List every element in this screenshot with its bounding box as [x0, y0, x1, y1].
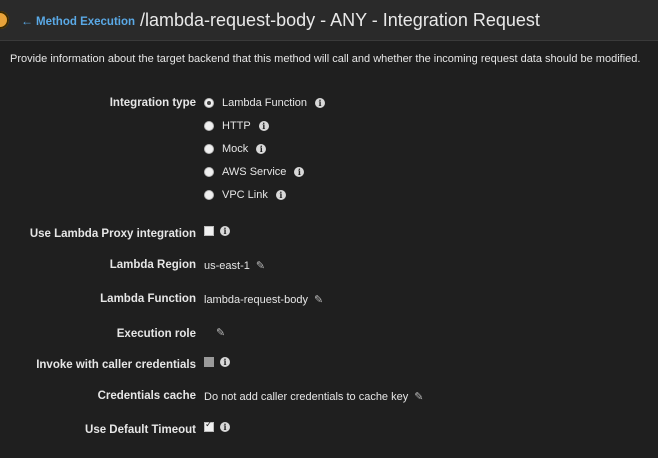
proxy-integration-label: Use Lambda Proxy integration — [29, 228, 196, 240]
integration-type-row: Integration type — [0, 97, 658, 115]
radio-label: AWS Service — [222, 166, 287, 178]
info-icon[interactable]: i — [258, 121, 269, 131]
lambda-function-value: lambda-request-body ✎ — [204, 293, 323, 306]
radio-lambda-function[interactable]: Lambda Function i — [204, 97, 325, 109]
default-timeout-checkbox[interactable] — [204, 420, 214, 432]
proxy-integration-value: i — [204, 226, 230, 236]
info-icon[interactable]: i — [256, 144, 267, 154]
radio-button[interactable] — [204, 98, 214, 108]
lambda-region-value: us-east-1 ✎ — [204, 259, 265, 272]
pencil-icon[interactable]: ✎ — [216, 326, 225, 339]
lambda-region-row: Lambda Region us-east-1 ✎ — [0, 259, 658, 277]
radio-http[interactable]: HTTP i — [204, 120, 269, 132]
radio-aws-service[interactable]: AWS Service i — [204, 166, 305, 178]
method-execution-back-link[interactable]: ← Method Execution — [21, 14, 135, 28]
credentials-cache-label: Credentials cache — [97, 390, 196, 402]
page-title: /lambda-request-body - ANY - Integration… — [140, 10, 540, 30]
back-link-label: Method Execution — [36, 16, 136, 28]
radio-vpc-link[interactable]: VPC Link i — [204, 189, 286, 201]
caller-credentials-row: Invoke with caller credentials i — [0, 357, 658, 377]
default-timeout-row: Use Default Timeout i — [0, 420, 658, 442]
integration-type-label: Integration type — [109, 97, 196, 109]
radio-mock[interactable]: Mock i — [204, 143, 267, 155]
caller-credentials-checkbox[interactable] — [204, 357, 214, 367]
lambda-function-row: Lambda Function lambda-request-body ✎ — [0, 293, 658, 311]
lambda-function-text: lambda-request-body — [204, 293, 308, 306]
back-arrow-icon: ← — [21, 14, 33, 28]
execution-role-row: Execution role ✎ — [0, 326, 658, 346]
radio-button[interactable] — [204, 167, 214, 177]
execution-role-value: ✎ — [210, 326, 225, 339]
info-icon[interactable]: i — [294, 167, 305, 177]
page-description: Provide information about the target bac… — [10, 53, 641, 65]
lambda-region-label: Lambda Region — [109, 259, 196, 271]
info-icon[interactable]: i — [220, 422, 230, 432]
default-timeout-value: i — [204, 420, 230, 432]
pencil-icon[interactable]: ✎ — [256, 259, 265, 272]
radio-label: VPC Link — [222, 189, 268, 201]
info-icon[interactable]: i — [220, 357, 230, 367]
lambda-function-label: Lambda Function — [100, 293, 196, 305]
radio-button[interactable] — [204, 190, 214, 200]
radio-label: HTTP — [222, 120, 251, 132]
info-icon[interactable]: i — [220, 226, 230, 236]
credentials-cache-value: Do not add caller credentials to cache k… — [204, 390, 423, 403]
radio-button[interactable] — [204, 144, 214, 154]
credentials-cache-row: Credentials cache Do not add caller cred… — [0, 390, 658, 408]
proxy-integration-row: Use Lambda Proxy integration i — [0, 226, 658, 246]
default-timeout-label: Use Default Timeout — [85, 424, 196, 436]
pencil-icon[interactable]: ✎ — [414, 390, 423, 403]
pencil-icon[interactable]: ✎ — [314, 293, 323, 306]
execution-role-label: Execution role — [116, 328, 196, 340]
page-header: ← Method Execution /lambda-request-body -… — [0, 0, 658, 41]
lambda-region-text: us-east-1 — [204, 259, 250, 272]
radio-button[interactable] — [204, 121, 214, 131]
warning-icon — [0, 11, 9, 29]
radio-label: Mock — [222, 143, 249, 155]
radio-label: Lambda Function — [222, 97, 307, 109]
caller-credentials-label: Invoke with caller credentials — [36, 359, 196, 371]
info-icon[interactable]: i — [275, 190, 286, 200]
credentials-cache-text: Do not add caller credentials to cache k… — [204, 390, 409, 403]
caller-credentials-value: i — [204, 357, 230, 367]
proxy-integration-checkbox[interactable] — [204, 226, 214, 236]
info-icon[interactable]: i — [315, 98, 325, 108]
